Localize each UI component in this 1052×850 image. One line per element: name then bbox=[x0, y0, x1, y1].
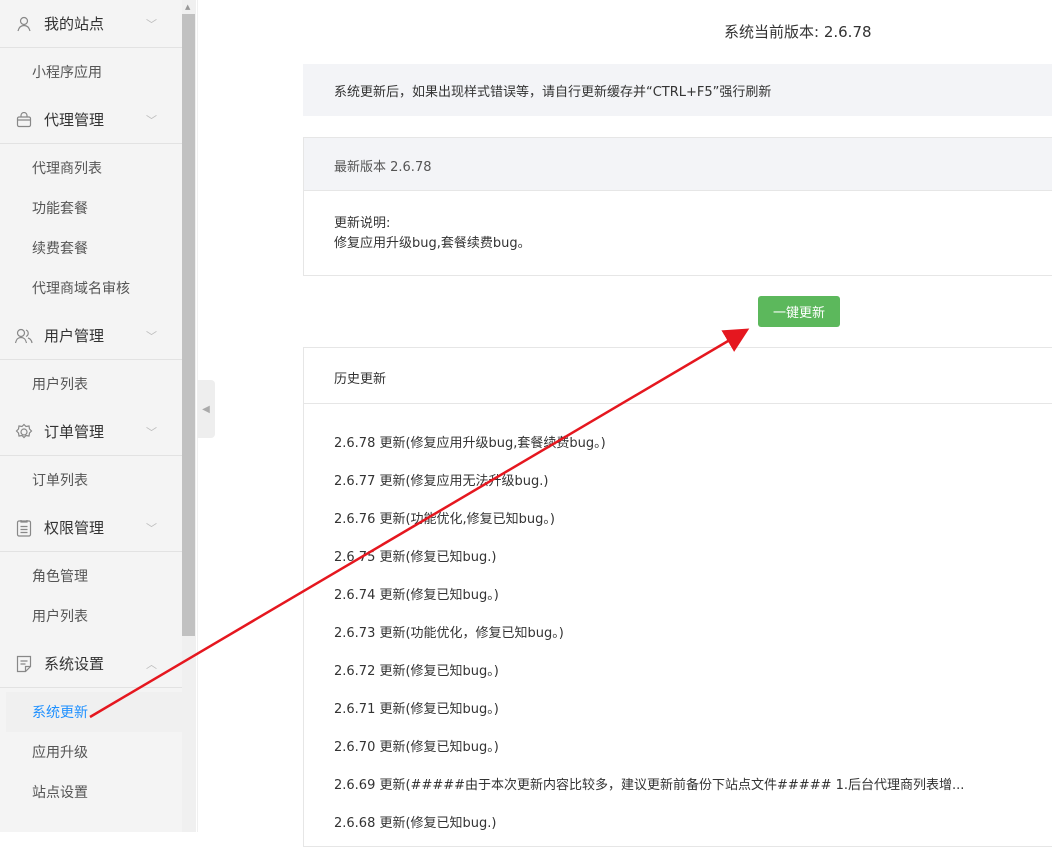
chevron-down-icon: ﹀ bbox=[146, 426, 157, 439]
menu-item-site-settings[interactable]: 站点设置 bbox=[0, 772, 182, 812]
user-icon bbox=[14, 14, 34, 34]
caret-left-icon: ◀ bbox=[202, 403, 210, 415]
history-item: 2.6.71 更新(修复已知bug。) bbox=[334, 702, 499, 717]
history-panel: 历史更新 2.6.78 更新(修复应用升级bug,套餐续费bug。) 2.6.77… bbox=[303, 347, 1052, 847]
menu-item-system-update[interactable]: 系统更新 bbox=[6, 692, 182, 732]
menu-group-label: 系统设置 bbox=[44, 655, 105, 673]
menu-item-renewal-packages[interactable]: 续费套餐 bbox=[0, 228, 182, 268]
menu-item-app-upgrade[interactable]: 应用升级 bbox=[0, 732, 182, 772]
menu-group-permission-management[interactable]: 权限管理 ﹀ bbox=[0, 504, 182, 552]
latest-version-panel: 最新版本 2.6.78 更新说明: 修复应用升级bug,套餐续费bug。 bbox=[303, 137, 1052, 276]
history-item: 2.6.76 更新(功能优化,修复已知bug。) bbox=[334, 512, 556, 527]
menu-group-order-management[interactable]: 订单管理 ﹀ bbox=[0, 408, 182, 456]
menu-group-label: 我的站点 bbox=[44, 15, 105, 33]
menu-item-miniprogram-apps[interactable]: 小程序应用 bbox=[0, 52, 182, 92]
sidebar: 我的站点 ﹀ 小程序应用 代理管理 ﹀ 代理商列表 功能套餐 续费套餐 代理商域名审… bbox=[0, 0, 182, 832]
history-item: 2.6.72 更新(修复已知bug。) bbox=[334, 664, 499, 679]
menu-group-label: 代理管理 bbox=[44, 111, 105, 129]
current-version: 系统当前版本: 2.6.78 bbox=[724, 23, 872, 41]
bag-icon bbox=[14, 110, 34, 130]
scrollbar-thumb[interactable] bbox=[182, 14, 195, 636]
document-icon bbox=[14, 654, 34, 674]
menu-group-label: 订单管理 bbox=[44, 423, 105, 441]
menu-group-agent-management[interactable]: 代理管理 ﹀ bbox=[0, 96, 182, 144]
history-item: 2.6.74 更新(修复已知bug。) bbox=[334, 588, 499, 603]
history-title: 历史更新 bbox=[304, 348, 1052, 404]
menu-group-label: 用户管理 bbox=[44, 327, 105, 345]
update-notice: 系统更新后，如果出现样式错误等，请自行更新缓存并“CTRL+F5”强行刷新 bbox=[303, 64, 1052, 116]
chevron-up-icon: ︿ bbox=[146, 658, 157, 671]
scroll-up-arrow-icon[interactable]: ▲ bbox=[185, 3, 190, 11]
gear-icon bbox=[14, 422, 34, 442]
update-description-label: 更新说明: bbox=[334, 216, 391, 231]
menu-item-agent-domain-review[interactable]: 代理商域名审核 bbox=[0, 268, 182, 308]
history-item: 2.6.77 更新(修复应用无法升级bug.) bbox=[334, 474, 549, 489]
menu-group-label: 权限管理 bbox=[44, 519, 105, 537]
chevron-down-icon: ﹀ bbox=[146, 18, 157, 31]
chevron-down-icon: ﹀ bbox=[146, 522, 157, 535]
menu-group-user-management[interactable]: 用户管理 ﹀ bbox=[0, 312, 182, 360]
menu-group-my-sites[interactable]: 我的站点 ﹀ bbox=[0, 0, 182, 48]
latest-version-title: 最新版本 2.6.78 bbox=[304, 138, 1052, 191]
update-description: 修复应用升级bug,套餐续费bug。 bbox=[334, 236, 531, 251]
menu-item-user-list[interactable]: 用户列表 bbox=[0, 364, 182, 404]
history-item: 2.6.69 更新(#####由于本次更新内容比较多，建议更新前备份下站点文件#… bbox=[334, 778, 965, 793]
chevron-down-icon: ﹀ bbox=[146, 114, 157, 127]
history-item: 2.6.70 更新(修复已知bug。) bbox=[334, 740, 499, 755]
menu-item-feature-packages[interactable]: 功能套餐 bbox=[0, 188, 182, 228]
users-icon bbox=[14, 326, 34, 346]
sidebar-collapse-button[interactable]: ◀ bbox=[197, 380, 215, 438]
history-item: 2.6.68 更新(修复已知bug.) bbox=[334, 816, 497, 831]
menu-item-user-list-2[interactable]: 用户列表 bbox=[0, 596, 182, 636]
menu-item-role-management[interactable]: 角色管理 bbox=[0, 556, 182, 596]
one-click-update-button[interactable]: 一键更新 bbox=[758, 296, 840, 327]
chevron-down-icon: ﹀ bbox=[146, 330, 157, 343]
menu-item-agent-list[interactable]: 代理商列表 bbox=[0, 148, 182, 188]
clipboard-icon bbox=[14, 518, 34, 538]
menu-item-order-list[interactable]: 订单列表 bbox=[0, 460, 182, 500]
history-item: 2.6.75 更新(修复已知bug.) bbox=[334, 550, 497, 565]
history-item: 2.6.73 更新(功能优化，修复已知bug。) bbox=[334, 626, 564, 641]
menu-group-system-settings[interactable]: 系统设置 ︿ bbox=[0, 640, 182, 688]
history-item: 2.6.78 更新(修复应用升级bug,套餐续费bug。) bbox=[334, 436, 606, 451]
